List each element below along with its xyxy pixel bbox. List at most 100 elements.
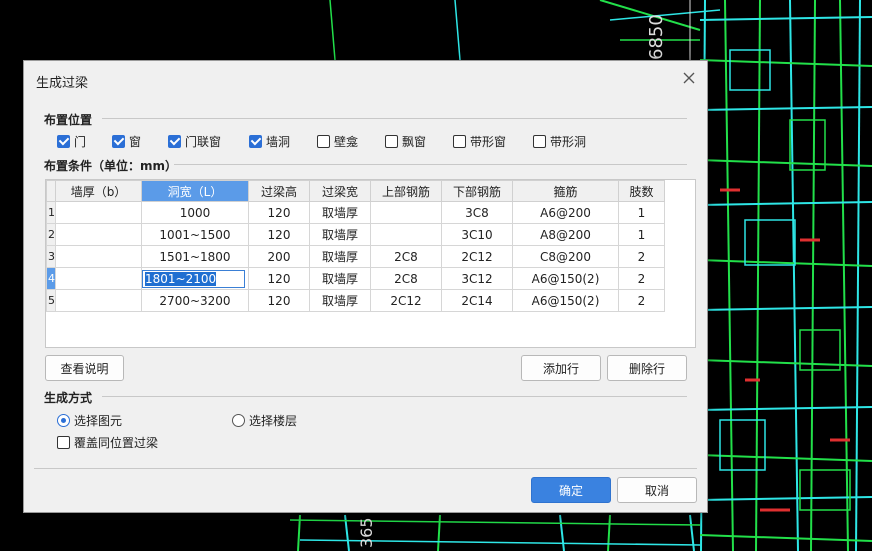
table-cell[interactable]: 3C12 [441, 267, 513, 290]
cad-line [839, 0, 849, 551]
checkbox-box [112, 135, 125, 148]
table-cell[interactable]: 2 [618, 267, 665, 290]
table-cell[interactable] [55, 201, 142, 224]
table-cell[interactable]: A6@150(2) [512, 289, 619, 312]
table-row[interactable]: 2 1001~1500 120 取墙厚 3C10 A8@200 1 [46, 223, 665, 246]
checkbox-door[interactable]: 门 [57, 133, 86, 150]
table-cell[interactable]: 2C12 [370, 289, 442, 312]
checkbox-box [453, 135, 466, 148]
conditions-table: 墙厚（b） 洞宽（L） 过梁高 过梁宽 上部钢筋 下部钢筋 箍筋 肢数 1 10… [45, 179, 696, 348]
table-cell[interactable]: 3C10 [441, 223, 513, 246]
table-row-selected[interactable]: 4 1801~2100 120 取墙厚 2C8 3C12 A6@150(2) 2 [46, 267, 665, 290]
column-header-lintel-height[interactable]: 过梁高 [248, 180, 310, 202]
checkbox-label: 窗 [129, 135, 142, 149]
column-header-top-rebar[interactable]: 上部钢筋 [370, 180, 442, 202]
table-cell[interactable] [370, 223, 442, 246]
checkbox-strip-window[interactable]: 带形窗 [453, 133, 506, 150]
row-number[interactable]: 2 [46, 223, 56, 246]
table-cell[interactable]: 2C8 [370, 245, 442, 268]
cad-line [810, 0, 816, 551]
close-icon[interactable] [681, 70, 697, 86]
checkbox-strip-opening[interactable]: 带形洞 [533, 133, 586, 150]
checkbox-bay-window[interactable]: 飘窗 [385, 133, 426, 150]
table-cell[interactable]: 2C14 [441, 289, 513, 312]
table-cell[interactable]: 2 [618, 245, 665, 268]
table-cell[interactable]: 取墙厚 [309, 223, 371, 246]
table-cell[interactable]: 2700~3200 [141, 289, 249, 312]
cad-line [607, 514, 611, 551]
table-cell[interactable]: 1501~1800 [141, 245, 249, 268]
cad-line [699, 534, 872, 542]
checkbox-overwrite[interactable]: 覆盖同位置过梁 [57, 434, 158, 451]
table-cell[interactable]: 取墙厚 [309, 201, 371, 224]
cad-line [699, 159, 872, 167]
checkbox-box [317, 135, 330, 148]
mode-section-title: 生成方式 [44, 391, 93, 405]
checkbox-niche[interactable]: 壁龛 [317, 133, 358, 150]
checkbox-box [168, 135, 181, 148]
delete-row-button[interactable]: 删除行 [607, 355, 687, 381]
table-cell[interactable]: 120 [248, 223, 310, 246]
column-header-wall-thickness[interactable]: 墙厚（b） [55, 180, 142, 202]
opening-width-editor[interactable]: 1801~2100 [142, 270, 245, 288]
table-cell[interactable] [55, 245, 142, 268]
column-header-opening-width[interactable]: 洞宽（L） [141, 180, 249, 202]
column-header-lintel-width[interactable]: 过梁宽 [309, 180, 371, 202]
table-cell[interactable]: 取墙厚 [309, 289, 371, 312]
table-cell[interactable]: 120 [248, 289, 310, 312]
checkbox-label: 带形洞 [550, 135, 587, 149]
table-cell[interactable]: 1001~1500 [141, 223, 249, 246]
table-cell[interactable]: C8@200 [512, 245, 619, 268]
column-header-stirrup[interactable]: 箍筋 [512, 180, 619, 202]
row-number[interactable]: 1 [46, 201, 56, 224]
table-cell[interactable] [55, 289, 142, 312]
table-cell[interactable]: 200 [248, 245, 310, 268]
conditions-section-title: 布置条件（单位：mm） [44, 159, 178, 173]
row-number[interactable]: 3 [46, 245, 56, 268]
table-row[interactable]: 5 2700~3200 120 取墙厚 2C12 2C14 A6@150(2) … [46, 289, 665, 312]
cad-line [559, 514, 565, 551]
checkbox-window[interactable]: 窗 [112, 133, 141, 150]
checkbox-box [249, 135, 262, 148]
table-cell[interactable]: 2C12 [441, 245, 513, 268]
table-cell[interactable]: 2C8 [370, 267, 442, 290]
table-cell[interactable] [370, 201, 442, 224]
table-cell[interactable]: A6@150(2) [512, 267, 619, 290]
table-cell[interactable] [55, 223, 142, 246]
table-cell[interactable]: 1 [618, 201, 665, 224]
generate-lintel-dialog: 生成过梁 布置位置 门 窗 门联窗 墙洞 壁龛 飘窗 带形窗 带形洞 布置条件（… [23, 60, 708, 513]
checkbox-label: 门 [74, 135, 87, 149]
table-header-row: 墙厚（b） 洞宽（L） 过梁高 过梁宽 上部钢筋 下部钢筋 箍筋 肢数 [46, 180, 665, 202]
table-cell[interactable]: 120 [248, 267, 310, 290]
column-header-legs[interactable]: 肢数 [618, 180, 665, 202]
table-cell[interactable]: 120 [248, 201, 310, 224]
ok-button[interactable]: 确定 [531, 477, 611, 503]
table-cell[interactable]: 2 [618, 289, 665, 312]
add-row-button[interactable]: 添加行 [521, 355, 601, 381]
table-cell-editing[interactable]: 1801~2100 [141, 267, 249, 290]
table-cell[interactable]: 取墙厚 [309, 267, 371, 290]
row-number-header [46, 180, 56, 202]
cad-line [699, 201, 872, 206]
table-cell[interactable]: A6@200 [512, 201, 619, 224]
table-cell[interactable] [55, 267, 142, 290]
cad-room [719, 419, 766, 471]
checkbox-wall-opening[interactable]: 墙洞 [249, 133, 290, 150]
table-cell[interactable]: A8@200 [512, 223, 619, 246]
table-cell[interactable]: 1 [618, 223, 665, 246]
row-number[interactable]: 5 [46, 289, 56, 312]
radio-select-element[interactable]: 选择图元 [57, 412, 122, 429]
checkbox-door-window[interactable]: 门联窗 [168, 133, 221, 150]
column-header-bottom-rebar[interactable]: 下部钢筋 [441, 180, 513, 202]
table-cell[interactable]: 1000 [141, 201, 249, 224]
table-cell[interactable]: 3C8 [441, 201, 513, 224]
help-button[interactable]: 查看说明 [45, 355, 124, 381]
row-number[interactable]: 4 [46, 267, 56, 290]
radio-select-floor[interactable]: 选择楼层 [232, 412, 297, 429]
table-row[interactable]: 1 1000 120 取墙厚 3C8 A6@200 1 [46, 201, 665, 224]
cad-room [799, 469, 851, 511]
radio-label: 选择图元 [74, 414, 123, 428]
table-cell[interactable]: 取墙厚 [309, 245, 371, 268]
table-row[interactable]: 3 1501~1800 200 取墙厚 2C8 2C12 C8@200 2 [46, 245, 665, 268]
cancel-button[interactable]: 取消 [617, 477, 697, 503]
